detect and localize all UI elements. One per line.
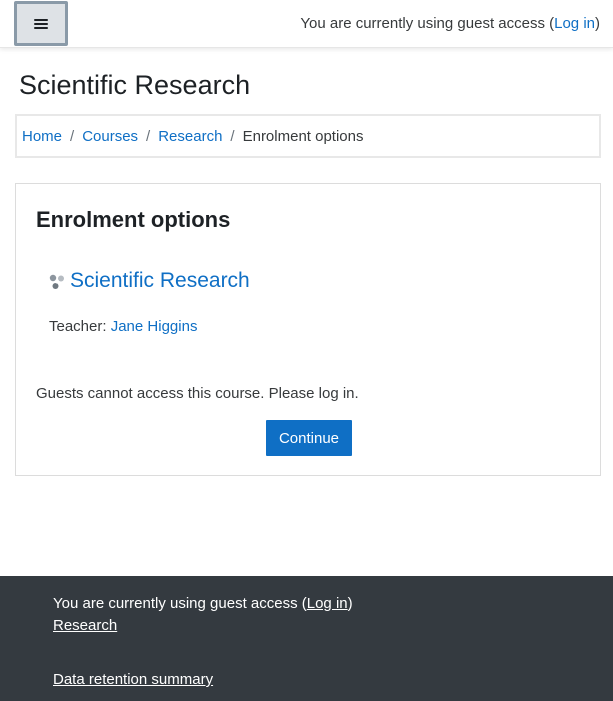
footer-research-link[interactable]: Research	[53, 617, 117, 634]
breadcrumb-separator: /	[146, 127, 151, 145]
footer-course-row: Research	[53, 617, 117, 634]
breadcrumb-research[interactable]: Research	[158, 128, 222, 145]
continue-button[interactable]: Continue	[266, 420, 352, 456]
guest-access-message: Guests cannot access this course. Please…	[36, 385, 359, 402]
course-icon	[49, 274, 64, 289]
page-footer: You are currently using guest access (Lo…	[0, 576, 613, 701]
data-retention-link[interactable]: Data retention summary	[53, 671, 213, 688]
enrolment-card: Enrolment options Scientific Research Te…	[15, 183, 601, 476]
breadcrumb-separator: /	[230, 127, 235, 145]
breadcrumb-current: Enrolment options	[242, 127, 364, 145]
teacher-name-link[interactable]: Jane Higgins	[111, 318, 198, 335]
footer-guest-notice: You are currently using guest access (Lo…	[53, 595, 353, 612]
breadcrumb: Home / Courses / Research / Enrolment op…	[15, 114, 601, 158]
footer-data-retention-row: Data retention summary	[53, 671, 213, 688]
page-title: Scientific Research	[19, 70, 251, 100]
enrolment-heading: Enrolment options	[36, 207, 231, 232]
breadcrumb-home[interactable]: Home	[22, 128, 62, 145]
guest-notice-text: You are currently using guest access (	[300, 15, 555, 32]
course-name-link[interactable]: Scientific Research	[70, 269, 250, 293]
guest-notice-close-paren: )	[595, 15, 600, 32]
top-navbar: You are currently using guest access (Lo…	[0, 0, 613, 48]
teacher-label: Teacher:	[49, 318, 107, 335]
footer-guest-text: You are currently using guest access (	[53, 595, 307, 612]
footer-guest-close-paren: )	[347, 595, 353, 612]
footer-login-link[interactable]: Log in	[307, 595, 348, 612]
teacher-row: Teacher: Jane Higgins	[49, 318, 197, 335]
login-link[interactable]: Log in	[554, 15, 595, 32]
guest-access-notice: You are currently using guest access (Lo…	[300, 15, 600, 32]
hamburger-icon	[34, 18, 48, 30]
breadcrumb-courses[interactable]: Courses	[82, 128, 138, 145]
drawer-toggle-button[interactable]	[14, 1, 68, 46]
breadcrumb-separator: /	[70, 127, 75, 145]
